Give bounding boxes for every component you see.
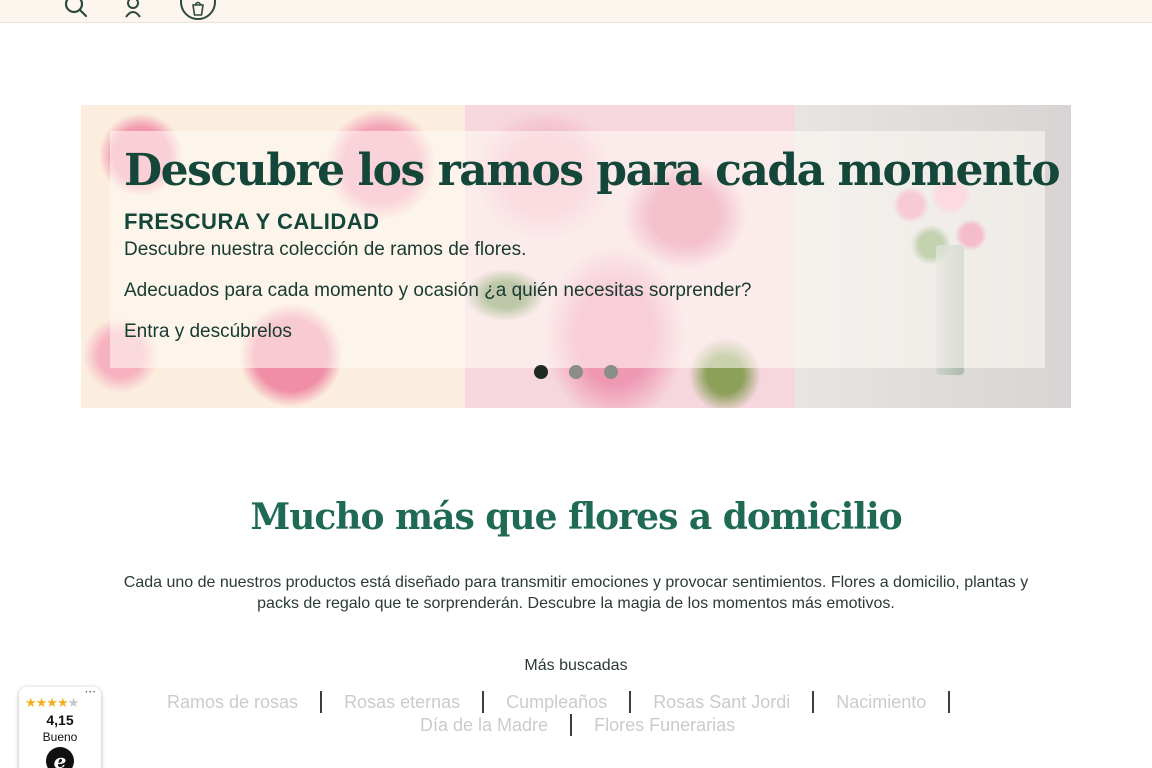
popular-link[interactable]: Ramos de rosas xyxy=(167,692,298,713)
more-icon[interactable]: ··· xyxy=(85,685,96,699)
popular-link[interactable]: Rosas Sant Jordi xyxy=(653,692,790,713)
link-separator xyxy=(570,714,573,736)
rating-score: 4,15 xyxy=(46,712,74,728)
cart-icon[interactable] xyxy=(180,0,216,20)
carousel-dots xyxy=(534,365,618,379)
carousel-dot-2[interactable] xyxy=(569,365,583,379)
popular-searches-label: Más buscadas xyxy=(524,657,628,674)
rating-stars: ★★★★★ xyxy=(25,696,79,711)
carousel-dot-3[interactable] xyxy=(604,365,618,379)
trust-badge[interactable]: ··· ★★★★★ 4,15 Bueno e xyxy=(19,685,101,768)
hero-line-2: Adecuados para cada momento y ocasión ¿a… xyxy=(124,280,752,301)
user-icon[interactable] xyxy=(120,0,146,18)
section-description: Cada uno de nuestros productos está dise… xyxy=(123,574,1029,612)
hero-line-3: Entra y descúbrelos xyxy=(124,321,292,342)
top-bar xyxy=(0,0,1152,23)
hero-banner[interactable]: Descubre los ramos para cada momento FRE… xyxy=(81,105,1071,408)
popular-link[interactable]: Flores Funerarias xyxy=(594,715,735,736)
link-separator xyxy=(320,691,323,713)
hero-line-1: Descubre nuestra colección de ramos de f… xyxy=(124,239,527,260)
carousel-dot-1[interactable] xyxy=(534,365,548,379)
popular-link[interactable]: Día de la Madre xyxy=(420,715,548,736)
popular-links-row-1: Ramos de rosas Rosas eternas Cumpleaños … xyxy=(167,691,972,713)
hero-title: Descubre los ramos para cada momento xyxy=(124,145,1061,196)
link-separator xyxy=(948,691,951,713)
trusted-shops-logo: e xyxy=(46,747,74,768)
popular-link[interactable]: Nacimiento xyxy=(836,692,926,713)
link-separator xyxy=(629,691,632,713)
popular-link[interactable]: Cumpleaños xyxy=(506,692,607,713)
hero-subtitle: FRESCURA Y CALIDAD xyxy=(124,209,380,234)
search-icon[interactable] xyxy=(62,0,90,18)
popular-links-row-2: Día de la Madre Flores Funerarias xyxy=(420,714,735,736)
link-separator xyxy=(482,691,485,713)
link-separator xyxy=(812,691,815,713)
section-title: Mucho más que flores a domicilio xyxy=(250,496,902,538)
popular-link[interactable]: Rosas eternas xyxy=(344,692,460,713)
rating-label: Bueno xyxy=(42,730,78,744)
